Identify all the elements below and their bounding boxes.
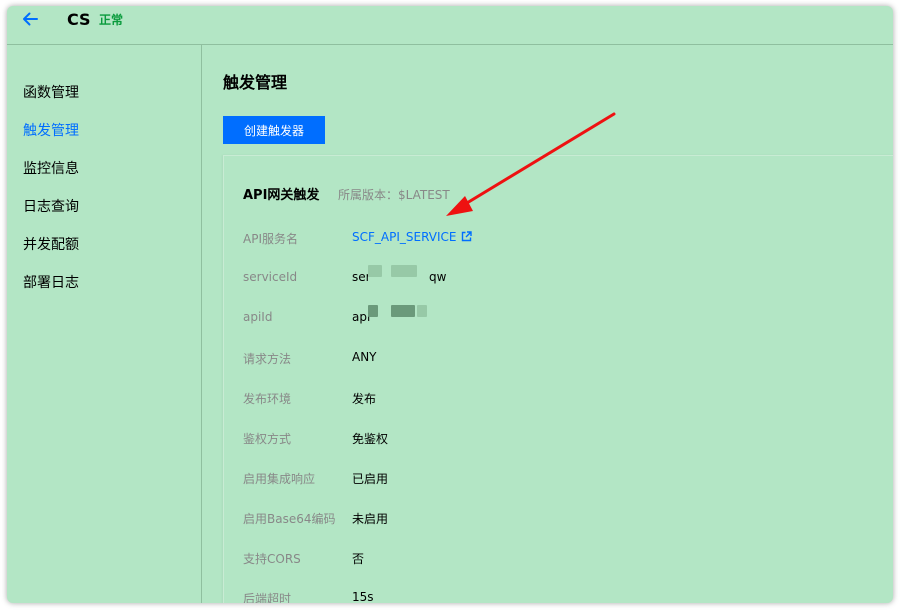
row-integration-response: 启用集成响应 已启用 (243, 470, 883, 490)
sidebar-item-monitoring[interactable]: 监控信息 (23, 158, 79, 178)
sidebar: 函数管理 触发管理 监控信息 日志查询 并发配额 部署日志 (7, 45, 202, 603)
sidebar-item-functions[interactable]: 函数管理 (23, 82, 79, 102)
row-cors: 支持CORS 否 (243, 550, 883, 570)
row-label: 启用集成响应 (243, 472, 316, 486)
top-bar: CS 正常 (7, 6, 893, 45)
row-label: serviceId (243, 270, 298, 284)
row-value: ANY (352, 350, 377, 364)
row-value: 发布 (352, 392, 377, 406)
api-service-link[interactable]: SCF_API_SERVICE (352, 230, 456, 244)
back-arrow-icon[interactable] (21, 11, 39, 27)
row-value: 否 (352, 552, 365, 566)
redacted-block (417, 305, 427, 317)
sidebar-item-triggers[interactable]: 触发管理 (23, 120, 79, 140)
row-value: 15s (352, 590, 374, 603)
row-label: 启用Base64编码 (243, 512, 336, 526)
row-service-id: serviceId ser qw (243, 265, 883, 290)
external-link-icon[interactable] (461, 231, 472, 242)
status-badge: 正常 (99, 13, 124, 27)
row-api-id: apiId api (243, 305, 883, 330)
app-window: CS 正常 函数管理 触发管理 监控信息 日志查询 并发配额 部署日志 触发管理… (7, 6, 893, 603)
redacted-block (368, 305, 378, 317)
create-trigger-button[interactable]: 创建触发器 (223, 116, 325, 144)
row-base64: 启用Base64编码 未启用 (243, 510, 883, 530)
row-label: 发布环境 (243, 392, 292, 406)
row-api-service-name: API服务名 SCF_API_SERVICE (243, 230, 883, 250)
function-name: CS (67, 10, 91, 29)
row-label: 请求方法 (243, 352, 292, 366)
row-auth-method: 鉴权方式 免鉴权 (243, 430, 883, 450)
row-value: 已启用 (352, 472, 389, 486)
row-value: 未启用 (352, 512, 389, 526)
row-value: 免鉴权 (352, 432, 389, 446)
trigger-card-title: API网关触发 (243, 188, 320, 203)
row-label: 后端超时 (243, 592, 292, 603)
row-release-env: 发布环境 发布 (243, 390, 883, 410)
sidebar-item-logs[interactable]: 日志查询 (23, 196, 79, 216)
row-backend-timeout: 后端超时 15s (243, 590, 883, 603)
redacted-block (391, 305, 415, 317)
sidebar-item-deploy-logs[interactable]: 部署日志 (23, 272, 79, 292)
trigger-version: 所属版本：$LATEST (338, 188, 450, 202)
redacted-block (391, 265, 417, 277)
row-request-method: 请求方法 ANY (243, 350, 883, 370)
row-label: 鉴权方式 (243, 432, 292, 446)
row-label: API服务名 (243, 232, 298, 246)
row-label: 支持CORS (243, 552, 301, 566)
redacted-block (368, 265, 382, 277)
page-title: 触发管理 (223, 73, 288, 92)
row-label: apiId (243, 310, 273, 324)
service-id-value-end: qw (429, 270, 447, 284)
main-content: 触发管理 创建触发器 API网关触发 所属版本：$LATEST API服务名 S… (202, 45, 893, 603)
trigger-card: API网关触发 所属版本：$LATEST API服务名 SCF_API_SERV… (223, 155, 893, 603)
sidebar-item-concurrency[interactable]: 并发配额 (23, 234, 79, 254)
